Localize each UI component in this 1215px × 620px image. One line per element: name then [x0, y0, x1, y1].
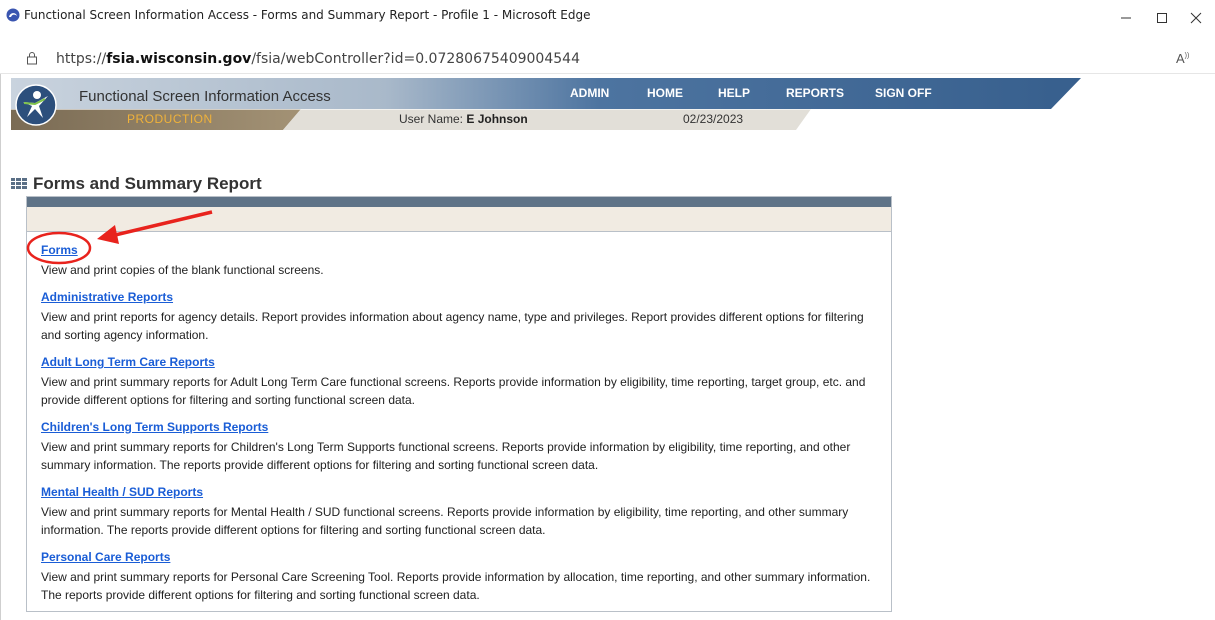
personal-care-reports-link[interactable]: Personal Care Reports: [41, 550, 881, 565]
window-title: Functional Screen Information Access - F…: [24, 8, 591, 22]
list-item: Forms View and print copies of the blank…: [41, 243, 881, 279]
list-item: Mental Health / SUD Reports View and pri…: [41, 485, 881, 539]
reports-panel: Forms View and print copies of the blank…: [26, 196, 892, 612]
item-description: View and print summary reports for Child…: [41, 440, 851, 472]
current-date: 02/23/2023: [683, 112, 744, 126]
item-description: View and print summary reports for Menta…: [41, 505, 849, 537]
nav-sign-off[interactable]: SIGN OFF: [875, 86, 932, 100]
minimize-button[interactable]: [1106, 4, 1146, 30]
read-aloud-icon[interactable]: A)): [1176, 51, 1189, 66]
nav-reports[interactable]: REPORTS: [786, 86, 844, 100]
list-item: Children's Long Term Supports Reports Vi…: [41, 420, 881, 474]
lock-icon[interactable]: [26, 51, 38, 65]
childrens-lts-reports-link[interactable]: Children's Long Term Supports Reports: [41, 420, 881, 435]
panel-subheader: [27, 207, 891, 232]
minimize-icon: [1121, 17, 1131, 19]
panel-header-bar: [27, 197, 891, 207]
close-icon: [1190, 12, 1202, 24]
maximize-icon: [1157, 13, 1167, 23]
page-title: Forms and Summary Report: [33, 174, 262, 193]
nav-help[interactable]: HELP: [718, 86, 750, 100]
fsia-logo-icon: [15, 84, 57, 126]
list-item: Administrative Reports View and print re…: [41, 290, 881, 344]
item-description: View and print reports for agency detail…: [41, 310, 864, 342]
nav-home[interactable]: HOME: [647, 86, 683, 100]
mental-health-sud-reports-link[interactable]: Mental Health / SUD Reports: [41, 485, 881, 500]
address-bar[interactable]: https://fsia.wisconsin.gov/fsia/webContr…: [0, 45, 1215, 74]
nav-admin[interactable]: ADMIN: [570, 86, 609, 100]
app-header: Functional Screen Information Access ADM…: [11, 78, 1081, 130]
item-description: View and print summary reports for Adult…: [41, 375, 866, 407]
adult-ltc-reports-link[interactable]: Adult Long Term Care Reports: [41, 355, 881, 370]
administrative-reports-link[interactable]: Administrative Reports: [41, 290, 881, 305]
close-button[interactable]: [1176, 4, 1215, 30]
browser-title-bar: Functional Screen Information Access - F…: [0, 0, 1215, 45]
edge-profile-icon: [6, 8, 20, 22]
grid-icon: [11, 178, 27, 189]
user-name-display: User Name: E Johnson: [399, 112, 528, 126]
environment-label: PRODUCTION: [127, 112, 213, 126]
app-name: Functional Screen Information Access: [79, 88, 331, 105]
item-description: View and print summary reports for Perso…: [41, 570, 871, 602]
page-content: Functional Screen Information Access ADM…: [0, 74, 1215, 620]
list-item: Personal Care Reports View and print sum…: [41, 550, 881, 604]
item-description: View and print copies of the blank funct…: [41, 263, 324, 277]
list-item: Adult Long Term Care Reports View and pr…: [41, 355, 881, 409]
url-text[interactable]: https://fsia.wisconsin.gov/fsia/webContr…: [56, 51, 580, 67]
forms-link[interactable]: Forms: [41, 243, 881, 258]
